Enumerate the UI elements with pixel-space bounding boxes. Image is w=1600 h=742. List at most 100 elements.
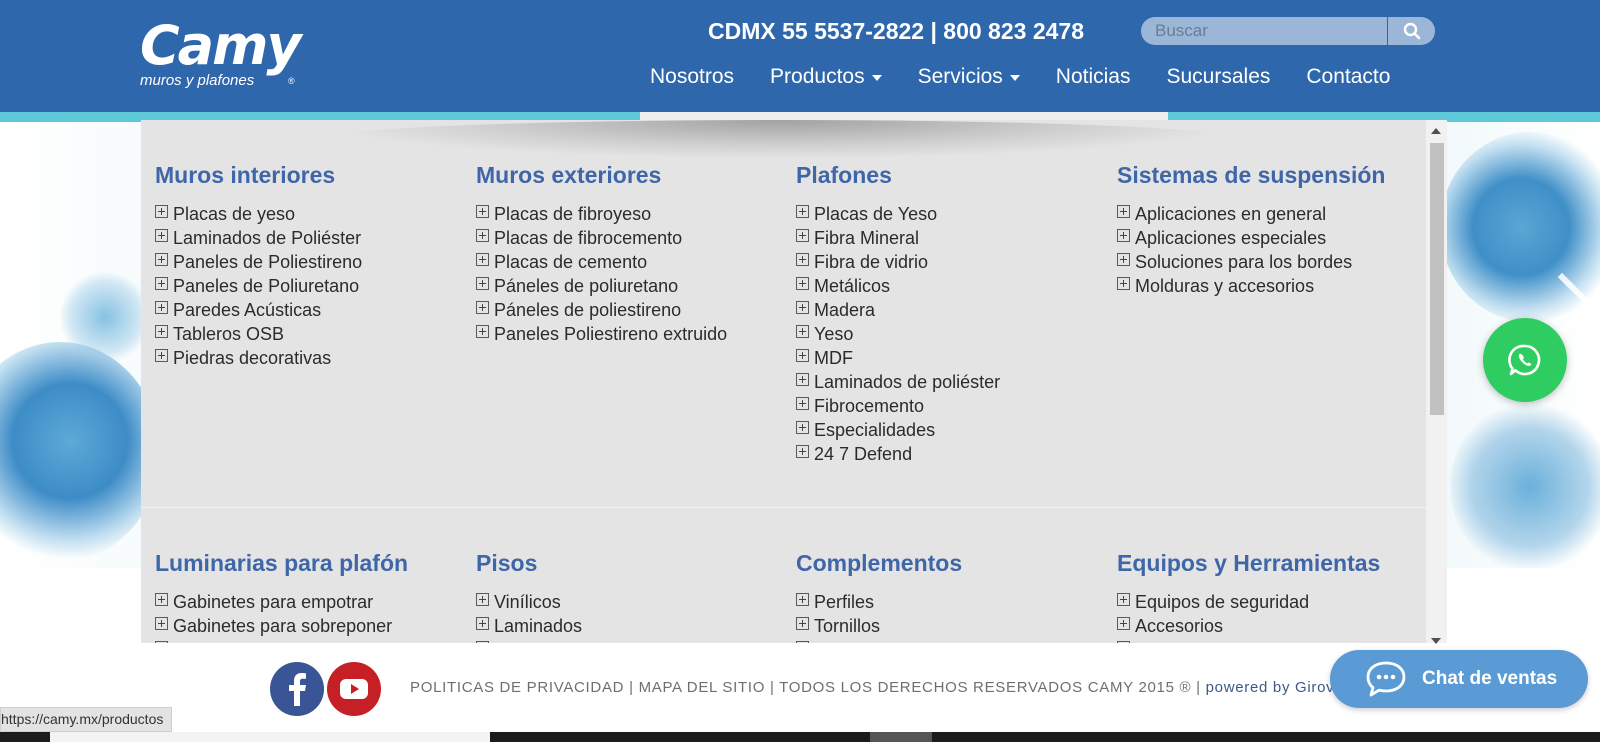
category-item-label: 24 7 Defend [814, 443, 913, 464]
category-item[interactable]: Especialidades [796, 418, 1000, 442]
plus-icon [155, 592, 168, 606]
category-item[interactable]: Gabinetes para sobreponer [155, 614, 408, 638]
sales-chat-button[interactable]: Chat de ventas [1330, 650, 1588, 708]
virus-illustration [0, 342, 160, 562]
plus-icon [155, 348, 168, 362]
category-item[interactable]: Perfiles [796, 590, 962, 614]
category-item[interactable]: Tableros OSB [155, 322, 362, 346]
footer-separator: | [769, 679, 775, 696]
category-item[interactable]: Fibrocemento [796, 394, 1000, 418]
category-item[interactable]: Yeso [796, 322, 1000, 346]
category-title[interactable]: Pisos [476, 548, 582, 578]
category-title[interactable]: Muros exteriores [476, 160, 727, 190]
category-title[interactable]: Equipos y Herramientas [1117, 548, 1380, 578]
category-item[interactable]: Soluciones para los bordes [1117, 250, 1385, 274]
nav-noticias-label: Noticias [1055, 65, 1131, 88]
plus-icon [796, 300, 809, 314]
footer-links: POLITICAS DE PRIVACIDAD | MAPA DEL SITIO… [410, 679, 1369, 696]
camy-logo[interactable]: Camy muros y plafones ® [140, 18, 310, 98]
category-item[interactable]: Aplicaciones en general [1117, 202, 1385, 226]
category-item[interactable]: Paneles de Poliuretano [155, 274, 362, 298]
nav-nosotros-label: Nosotros [650, 65, 735, 88]
category-title[interactable]: Complementos [796, 548, 962, 578]
category-pisos: Pisos Vinílicos Laminados [476, 548, 582, 643]
category-muros-interiores: Muros interiores Placas de yeso Laminado… [155, 160, 362, 370]
category-item[interactable]: Fibra Mineral [796, 226, 1000, 250]
sitemap-link[interactable]: MAPA DEL SITIO [639, 679, 766, 696]
scroll-up-arrow-icon[interactable] [1431, 128, 1441, 134]
nav-contacto-label: Contacto [1306, 65, 1391, 88]
whatsapp-icon [1508, 344, 1541, 376]
category-item-label: Paneles de Poliuretano [173, 275, 360, 296]
category-item-label: Gabinetes para empotrar [173, 591, 374, 612]
copyright-text: TODOS LOS DERECHOS RESERVADOS CAMY 2015 … [779, 679, 1192, 696]
whatsapp-button[interactable] [1483, 318, 1567, 402]
category-item[interactable]: Paneles de Poliestireno [155, 250, 362, 274]
category-item-label: Laminados de Poliéster [173, 227, 362, 248]
category-item[interactable]: Piedras decorativas [155, 346, 362, 370]
category-item[interactable]: Placas de yeso [155, 202, 362, 226]
search-button[interactable] [1388, 17, 1435, 45]
nav-sucursales[interactable]: Sucursales [1167, 65, 1271, 89]
category-item-label: Fibra Mineral [814, 227, 920, 248]
category-item[interactable]: Fibra de vidrio [796, 250, 1000, 274]
plus-icon [476, 640, 489, 643]
search-input[interactable] [1141, 17, 1387, 45]
category-item[interactable]: Placas de Yeso [796, 202, 1000, 226]
nav-productos[interactable]: Productos [770, 65, 882, 89]
category-item[interactable]: Madera [796, 298, 1000, 322]
nav-servicios[interactable]: Servicios [918, 65, 1020, 89]
dropdown-scrollbar-thumb[interactable] [1430, 143, 1444, 415]
category-item[interactable]: Equipos de seguridad [1117, 590, 1380, 614]
chat-bubble-icon [1366, 661, 1406, 697]
category-item[interactable]: MDF [796, 346, 1000, 370]
category-item[interactable]: Gabinetes para empotrar [155, 590, 408, 614]
category-item[interactable]: Paredes Acústicas [155, 298, 362, 322]
scroll-down-arrow-icon[interactable] [1431, 638, 1441, 644]
category-complementos: Complementos Perfiles Tornillos [796, 548, 962, 643]
nav-servicios-label: Servicios [917, 65, 1003, 88]
youtube-button[interactable] [327, 662, 381, 716]
category-item[interactable]: Vinílicos [476, 590, 582, 614]
category-title[interactable]: Plafones [796, 160, 1000, 190]
category-item-label: Páneles de poliuretano [494, 275, 679, 296]
category-item[interactable]: Laminados de Poliéster [155, 226, 362, 250]
category-item[interactable]: 24 7 Defend [796, 442, 1000, 466]
category-item[interactable] [1117, 638, 1380, 643]
category-item[interactable]: Metálicos [796, 274, 1000, 298]
category-item[interactable]: Tornillos [796, 614, 962, 638]
category-item[interactable]: Páneles de poliuretano [476, 274, 727, 298]
plus-icon [796, 372, 809, 386]
category-item[interactable]: Placas de cemento [476, 250, 727, 274]
plus-icon [1117, 592, 1130, 606]
plus-icon [476, 276, 489, 290]
category-item[interactable]: Paneles Poliestireno extruido [476, 322, 727, 346]
category-item[interactable]: Laminados [476, 614, 582, 638]
category-equipos-herramientas: Equipos y Herramientas Equipos de seguri… [1117, 548, 1380, 643]
category-item[interactable]: Laminados de poliéster [796, 370, 1000, 394]
category-item-label: Aplicaciones en general [1135, 203, 1327, 224]
logo-registered-mark: ® [288, 76, 295, 86]
category-item[interactable]: Placas de fibroyeso [476, 202, 727, 226]
virus-illustration [1450, 402, 1600, 568]
facebook-button[interactable] [270, 662, 324, 716]
footer-separator: | [1196, 679, 1201, 696]
category-title[interactable]: Luminarias para plafón [155, 548, 408, 578]
nav-nosotros[interactable]: Nosotros [650, 65, 734, 89]
category-item[interactable]: Accesorios [1117, 614, 1380, 638]
plus-icon [796, 252, 809, 266]
nav-contacto[interactable]: Contacto [1306, 65, 1390, 89]
slider-prev-arrow[interactable] [4, 272, 68, 336]
category-item[interactable] [796, 638, 962, 643]
category-title[interactable]: Sistemas de suspensión [1117, 160, 1385, 190]
category-item[interactable]: Páneles de poliestireno [476, 298, 727, 322]
category-item[interactable]: Placas de fibrocemento [476, 226, 727, 250]
category-item[interactable]: Aplicaciones especiales [1117, 226, 1385, 250]
category-item[interactable]: Molduras y accesorios [1117, 274, 1385, 298]
category-item[interactable] [476, 638, 582, 643]
category-title[interactable]: Muros interiores [155, 160, 362, 190]
plus-icon [796, 640, 809, 643]
nav-noticias[interactable]: Noticias [1056, 65, 1131, 89]
category-item[interactable] [155, 638, 408, 643]
privacy-policy-link[interactable]: POLITICAS DE PRIVACIDAD [410, 679, 624, 696]
